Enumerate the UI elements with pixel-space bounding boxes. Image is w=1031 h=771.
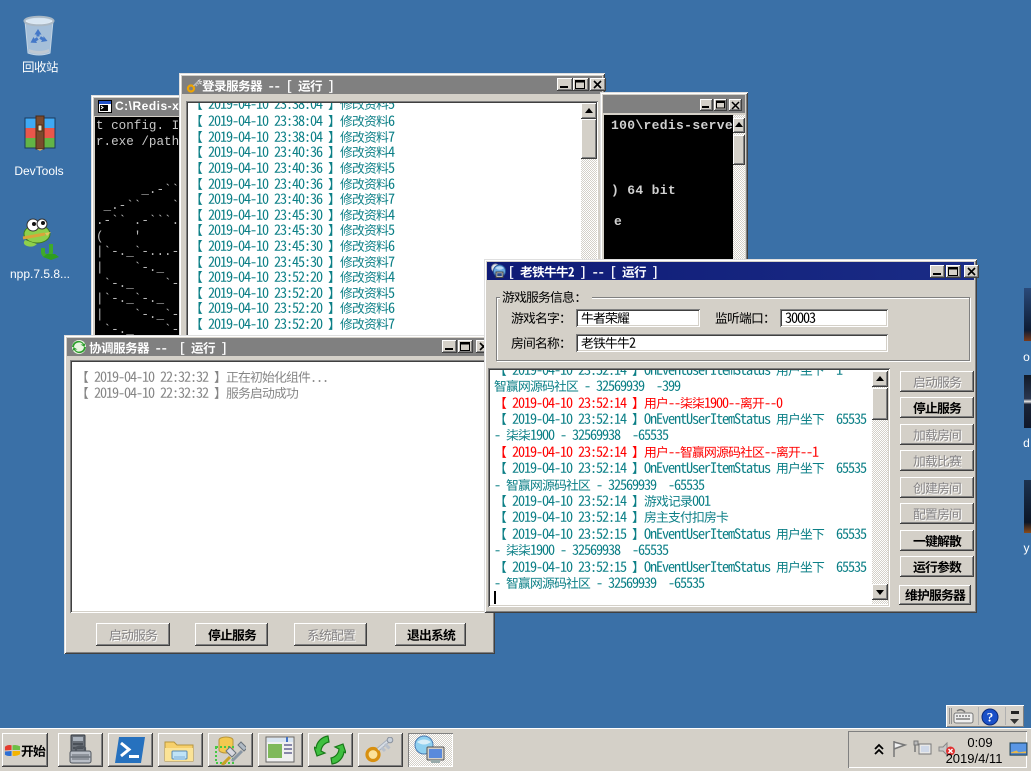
svg-text:?: ? [987,710,994,725]
